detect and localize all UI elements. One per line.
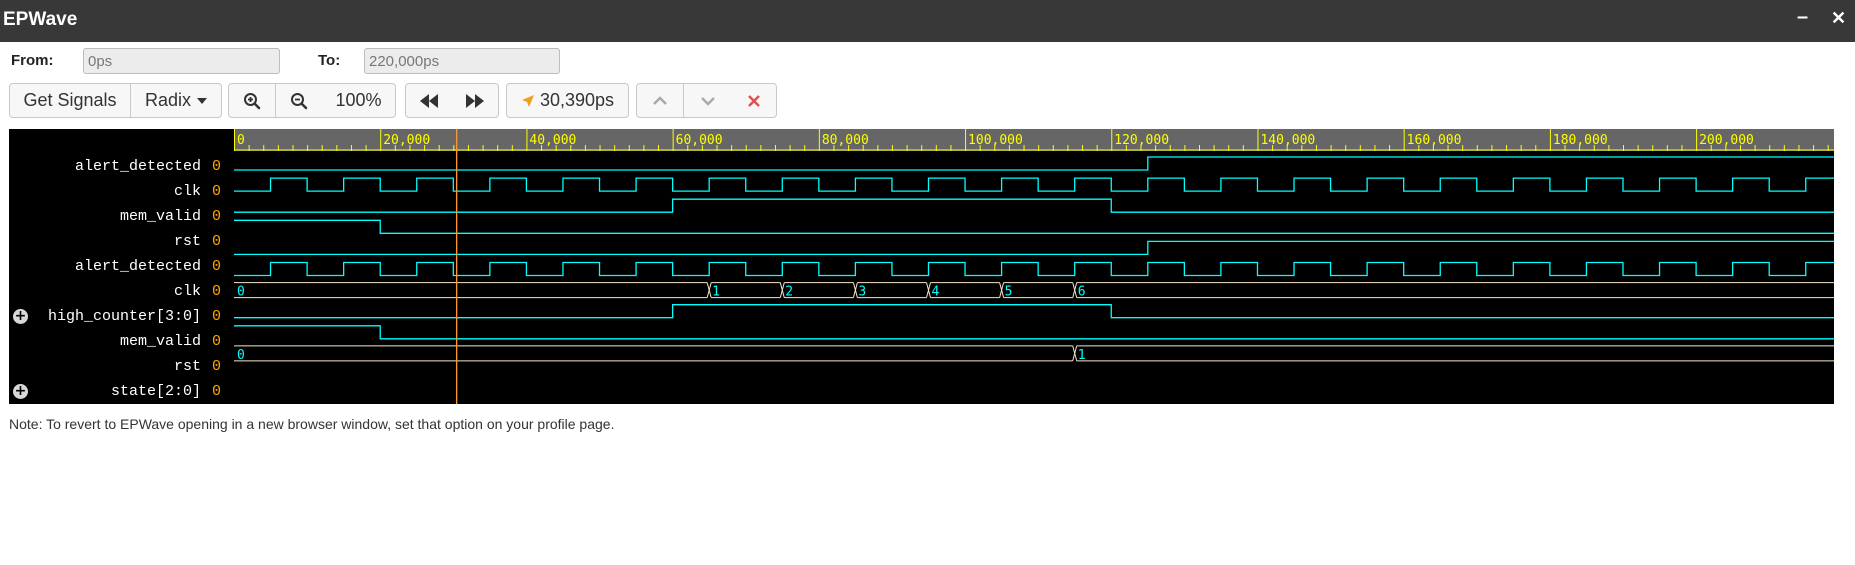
signal-value: 0 [212,208,222,225]
rewind-button[interactable] [405,83,452,118]
signal-row[interactable]: alert_detected 0 [9,254,234,279]
signal-value: 0 [212,383,222,400]
ruler-tick-label: 120,000 [1114,133,1169,148]
signal-name: state[2:0] [110,383,201,400]
to-label: To: [318,52,341,69]
signal-name: clk [173,283,201,300]
caret-down-icon [197,97,208,104]
signal-value: 0 [212,308,222,325]
signal-wave [234,198,1834,213]
signal-name: high_counter[3:0] [47,308,201,325]
signal-value: 0 [212,333,222,350]
bus-value: 3 [858,285,866,300]
forward-button[interactable] [451,83,499,118]
zoom-in-icon [244,92,261,109]
minimize-button[interactable]: – [1797,6,1808,29]
zoom-out-button[interactable] [276,83,323,118]
signal-name: clk [173,183,201,200]
signal-wave [234,219,1834,234]
signal-value: 0 [212,233,222,250]
ruler-tick-label: 0 [237,133,245,148]
ruler-tick-label: 80,000 [822,133,869,148]
window-title: EPWave [3,9,78,30]
signal-row[interactable]: mem_valid 0 [9,329,234,354]
move-down-button[interactable] [684,83,732,118]
chevron-up-icon [653,95,667,105]
title-bar: EPWave – ✕ [0,0,1855,42]
profile-note: Note: To revert to EPWave opening in a n… [9,416,615,432]
get-signals-label: Get Signals [23,90,117,110]
delete-signal-button[interactable] [731,83,777,118]
ruler-tick-label: 180,000 [1553,133,1608,148]
bus-value: 0 [237,348,245,363]
signal-value: 0 [212,283,222,300]
get-signals-button[interactable]: Get Signals [9,83,131,118]
bus-value: 5 [1005,285,1013,300]
clock-wave [234,177,1834,192]
bus-value: 1 [1078,348,1086,363]
signal-wave [234,325,1834,340]
signal-name: mem_valid [119,333,201,350]
signal-row[interactable]: + state[2:0] 0 [9,379,234,404]
signal-row[interactable]: rst 0 [9,354,234,379]
waveform-canvas[interactable]: 0 20,000 40,000 60,000 80,000 100,000 120,000 1… [234,129,1834,404]
ruler-tick-label: 20,000 [383,133,430,148]
cursor-time-label: 30,390ps [539,90,615,110]
bus-value: 6 [1078,285,1086,300]
ruler-tick-label: 40,000 [529,133,576,148]
bus-value: 4 [931,285,939,300]
from-input[interactable] [83,48,280,74]
signal-value: 0 [212,183,222,200]
close-icon [747,94,760,107]
signal-name: alert_detected [74,158,201,175]
location-arrow-icon [521,94,534,107]
signal-name: rst [173,358,201,375]
expand-icon[interactable]: + [13,384,28,399]
chevron-down-icon [700,96,715,106]
signal-name: mem_valid [119,208,201,225]
radix-label: Radix [144,90,192,110]
signal-value: 0 [212,158,222,175]
zoom-level-button[interactable]: 100% [322,83,396,118]
ruler-tick-label: 100,000 [968,133,1023,148]
zoom-level-label: 100% [335,90,382,110]
cursor-time-button[interactable]: 30,390ps [506,83,629,118]
ruler-tick-label: 200,000 [1699,133,1754,148]
radix-dropdown[interactable]: Radix [131,83,222,118]
move-up-button[interactable] [636,83,684,118]
signal-row[interactable]: mem_valid 0 [9,204,234,229]
bus-value: 0 [237,285,245,300]
fast-forward-icon [465,93,484,108]
signal-list: alert_detected 0 clk 0 mem_valid 0 rst 0… [9,154,234,404]
signal-row[interactable]: alert_detected 0 [9,154,234,179]
signal-row[interactable]: + high_counter[3:0] 0 [9,304,234,329]
bus-value: 1 [712,285,720,300]
ruler-tick-label: 160,000 [1407,133,1462,148]
signal-row[interactable]: clk 0 [9,179,234,204]
signal-name: alert_detected [74,258,201,275]
signal-row[interactable]: clk 0 [9,279,234,304]
ruler-tick-label: 140,000 [1260,133,1315,148]
signal-value: 0 [212,358,222,375]
expand-icon[interactable]: + [13,309,28,324]
clock-wave [234,261,1834,277]
signal-wave [234,304,1834,319]
bus-value: 2 [785,285,793,300]
close-window-button[interactable]: ✕ [1831,8,1846,29]
to-input[interactable] [364,48,560,74]
zoom-out-icon [291,92,308,109]
signal-row[interactable]: rst 0 [9,229,234,254]
from-label: From: [11,52,54,69]
signal-name: rst [173,233,201,250]
signal-wave [234,156,1834,171]
zoom-in-button[interactable] [228,83,276,118]
ruler-tick-label: 60,000 [676,133,723,148]
fast-backward-icon [419,93,438,108]
signal-value: 0 [212,258,222,275]
signal-wave [234,240,1834,256]
